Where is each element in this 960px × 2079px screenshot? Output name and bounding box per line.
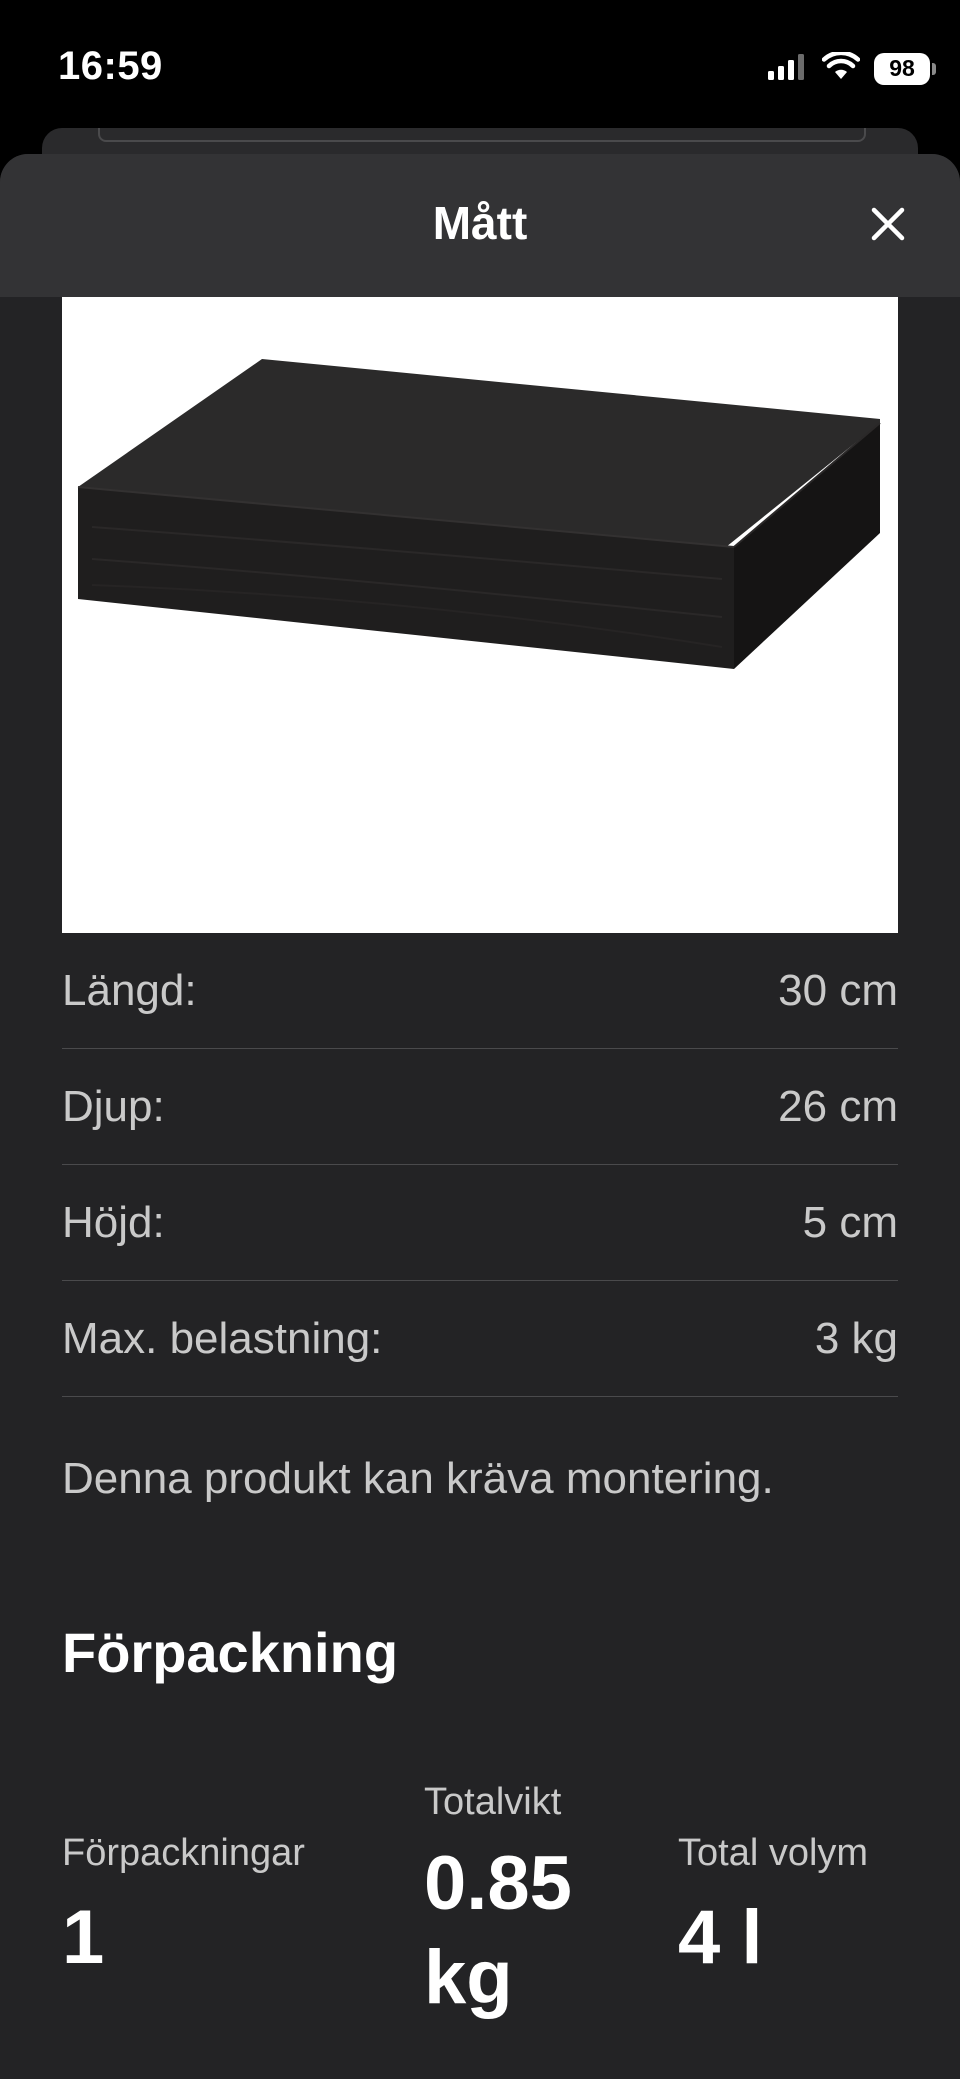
status-icons: 98 [768,50,936,85]
battery-icon: 98 [874,52,936,85]
package-count-value: 1 [62,1895,105,1980]
dimension-label: Max. belastning: [62,1313,383,1363]
package-count-label: Förpackningar [62,1832,305,1874]
dimension-value: 3 kg [814,1313,898,1363]
product-image [62,297,898,933]
total-volume-value: 4 l [678,1895,763,1980]
total-weight-unit: kg [424,1935,513,2020]
status-time: 16:59 [58,44,163,88]
dimension-value: 26 cm [778,1081,898,1131]
total-weight-value: 0.85 [424,1841,572,1926]
dimension-row-length: Längd: 30 cm [62,933,898,1049]
signal-icon [768,52,808,85]
dimension-row-height: Höjd: 5 cm [62,1165,898,1281]
total-weight-label: Totalvikt [424,1781,562,1823]
background-card-input [98,128,866,142]
dimension-value: 30 cm [778,965,898,1015]
assembly-note: Denna produkt kan kräva montering. [62,1454,774,1503]
status-bar: 16:59 98 [0,0,960,140]
battery-level: 98 [889,55,915,81]
sheet-header: Mått [0,154,960,297]
total-volume-label: Total volym [678,1832,869,1874]
dimension-label: Höjd: [62,1197,165,1247]
packaging-title: Förpackning [62,1621,399,1684]
dimension-label: Djup: [62,1081,165,1131]
wifi-icon [821,50,861,85]
dimensions-list: Längd: 30 cm Djup: 26 cm Höjd: 5 cm Max.… [62,933,898,1397]
sheet-title: Mått [432,197,528,249]
dimension-row-depth: Djup: 26 cm [62,1049,898,1165]
dimension-value: 5 cm [802,1197,898,1247]
dimension-row-max-load: Max. belastning: 3 kg [62,1281,898,1397]
close-icon [871,207,905,241]
dimension-label: Längd: [62,965,197,1015]
close-button[interactable] [860,196,916,252]
dimensions-sheet: Mått Längd: 30 cm Djup: 26 cm Höjd: 5 cm… [0,154,960,2079]
